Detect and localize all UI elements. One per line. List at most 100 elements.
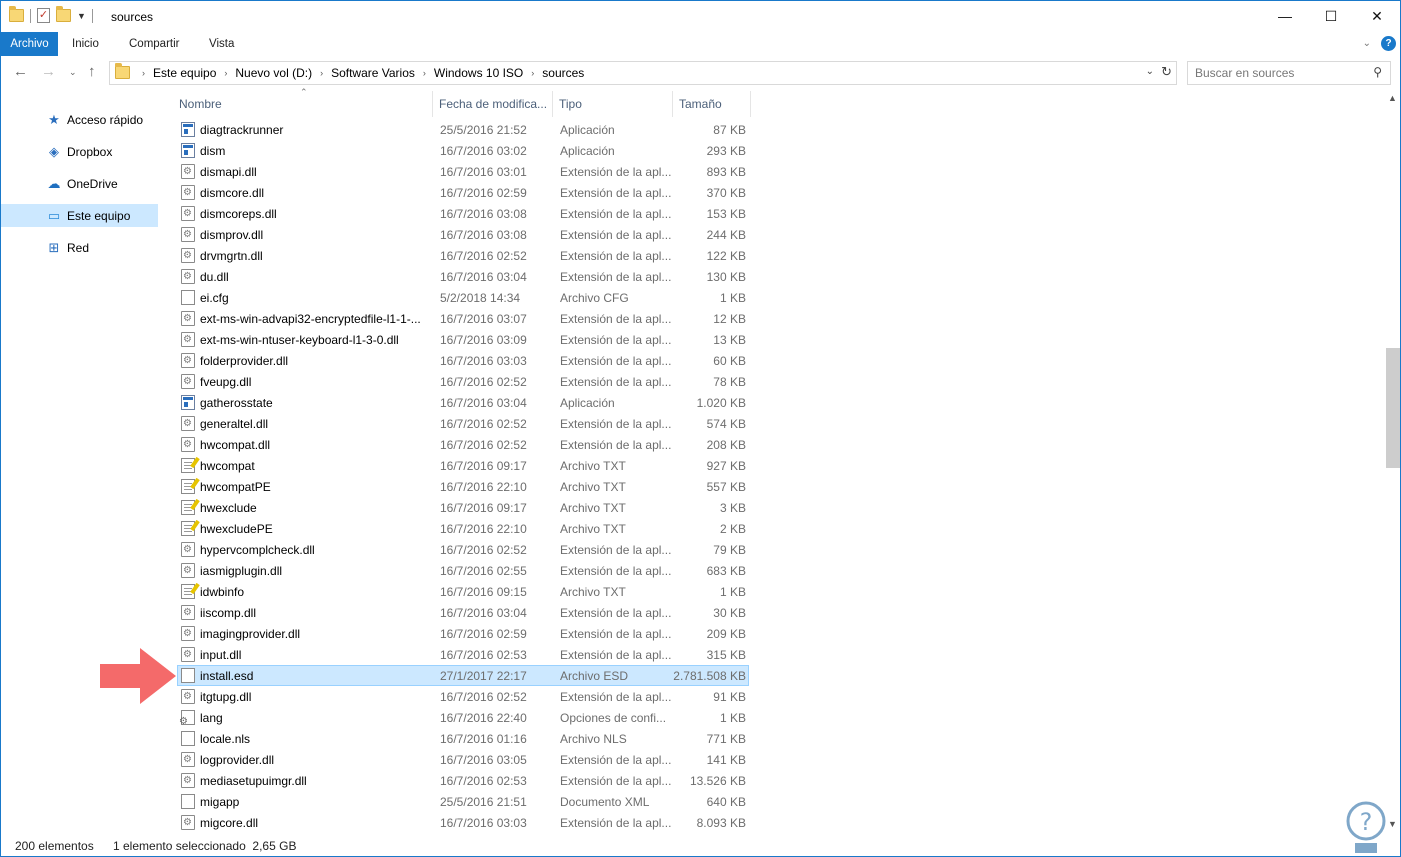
help-icon[interactable]: ? [1381, 36, 1396, 51]
recent-locations-icon[interactable]: ⌄ [69, 67, 77, 78]
chevron-right-icon[interactable]: › [222, 68, 229, 78]
file-row[interactable]: ei.cfg 5/2/2018 14:34 Archivo CFG 1 KB [177, 287, 749, 308]
nav-item-acceso-rapido[interactable]: ★ Acceso rápido [1, 108, 158, 131]
chevron-right-icon[interactable]: › [529, 68, 536, 78]
back-icon[interactable]: ← [13, 63, 28, 80]
breadcrumb-sources[interactable]: sources [536, 66, 590, 80]
column-header-size[interactable]: Tamaño [673, 91, 751, 117]
expand-ribbon-icon[interactable]: ⌄ [1363, 38, 1371, 49]
file-name: hwexclude [200, 500, 257, 515]
new-folder-icon[interactable] [56, 6, 71, 22]
file-row[interactable]: hwcompat.dll 16/7/2016 02:52 Extensión de … [177, 434, 749, 455]
close-button[interactable]: ✕ [1354, 1, 1400, 31]
quick-access-toolbar: ✓ ▼ [9, 6, 93, 23]
file-date: 16/7/2016 03:01 [440, 164, 527, 179]
file-type: Extensión de la apl... [560, 626, 672, 641]
nav-item-label: Este equipo [67, 208, 131, 223]
search-input[interactable] [1195, 62, 1365, 84]
maximize-button[interactable]: ☐ [1308, 1, 1354, 31]
breadcrumb-windows-10-iso[interactable]: Windows 10 ISO [428, 66, 529, 80]
search-box[interactable]: ⚲ [1187, 61, 1391, 85]
file-name: hwcompat [200, 458, 255, 473]
file-row[interactable]: hwexcludePE 16/7/2016 22:10 Archivo TXT 2 K… [177, 518, 749, 539]
file-row[interactable]: hypervcomplcheck.dll 16/7/2016 02:52 Exten… [177, 539, 749, 560]
tab-compartir[interactable]: Compartir [129, 32, 179, 56]
file-name: diagtrackrunner [200, 122, 284, 137]
file-name: fveupg.dll [200, 374, 252, 389]
file-row[interactable]: ext-ms-win-ntuser-keyboard-l1-3-0.dll 16/… [177, 329, 749, 350]
nav-item-label: OneDrive [67, 176, 118, 191]
scroll-up-icon[interactable]: ▲ [1388, 93, 1397, 103]
file-row[interactable]: dism 16/7/2016 03:02 Aplicación 293 KB [177, 140, 749, 161]
forward-icon[interactable]: → [41, 63, 56, 80]
minimize-button[interactable]: — [1262, 1, 1308, 31]
file-row[interactable]: dismapi.dll 16/7/2016 03:01 Extensión de l… [177, 161, 749, 182]
file-name: dismapi.dll [200, 164, 257, 179]
file-row[interactable]: dismcoreps.dll 16/7/2016 03:08 Extensión d… [177, 203, 749, 224]
chevron-right-icon[interactable]: › [421, 68, 428, 78]
file-row[interactable]: fveupg.dll 16/7/2016 02:52 Extensión de la… [177, 371, 749, 392]
file-row[interactable]: ext-ms-win-advapi32-encryptedfile-l1-1-.… [177, 308, 749, 329]
file-name: lang [200, 710, 223, 725]
dll-file-icon [181, 437, 195, 452]
file-type: Extensión de la apl... [560, 311, 672, 326]
file-date: 16/7/2016 02:53 [440, 647, 527, 662]
refresh-icon[interactable]: ↻ [1161, 64, 1172, 80]
file-row[interactable]: iasmigplugin.dll 16/7/2016 02:55 Extensión… [177, 560, 749, 581]
dll-file-icon [181, 752, 195, 767]
nav-item-dropbox[interactable]: ◈ Dropbox [1, 140, 158, 163]
file-row[interactable]: idwbinfo 16/7/2016 09:15 Archivo TXT 1 KB [177, 581, 749, 602]
column-header-date[interactable]: Fecha de modifica... [433, 91, 553, 117]
file-row[interactable]: itgtupg.dll 16/7/2016 02:52 Extensión de l… [177, 686, 749, 707]
file-name: dismprov.dll [200, 227, 264, 242]
file-row[interactable]: generaltel.dll 16/7/2016 02:52 Extensión d… [177, 413, 749, 434]
file-size: 87 KB [713, 122, 746, 137]
chevron-right-icon[interactable]: › [140, 68, 147, 78]
tab-archivo[interactable]: Archivo [1, 32, 58, 56]
customize-toolbar-icon[interactable]: ▼ [77, 11, 86, 21]
file-row[interactable]: imagingprovider.dll 16/7/2016 02:59 Extens… [177, 623, 749, 644]
file-row[interactable]: dismcore.dll 16/7/2016 02:59 Extensión de … [177, 182, 749, 203]
file-row[interactable]: lang 16/7/2016 22:40 Opciones de confi... 1… [177, 707, 749, 728]
file-name: dism [200, 143, 226, 158]
file-row[interactable]: gatherosstate 16/7/2016 03:04 Aplicación 1.… [177, 392, 749, 413]
file-name: migcore.dll [200, 815, 259, 830]
file-row[interactable]: input.dll 16/7/2016 02:53 Extensión de la … [177, 644, 749, 665]
file-row[interactable]: iiscomp.dll 16/7/2016 03:04 Extensión de l… [177, 602, 749, 623]
nav-item-este-equipo[interactable]: ▭ Este equipo [1, 204, 158, 227]
nav-item-onedrive[interactable]: ☁ OneDrive [1, 172, 158, 195]
chevron-right-icon[interactable]: › [318, 68, 325, 78]
file-row[interactable]: hwexclude 16/7/2016 09:17 Archivo TXT 3 KB [177, 497, 749, 518]
scrollbar-thumb[interactable] [1386, 348, 1400, 468]
vertical-scrollbar[interactable]: ▲ ▼ [1385, 91, 1400, 833]
address-bar[interactable]: › Este equipo › Nuevo vol (D:) › Softwar… [109, 61, 1177, 85]
breadcrumb-este-equipo[interactable]: Este equipo [147, 66, 222, 80]
file-row[interactable]: hwcompat 16/7/2016 09:17 Archivo TXT 927 KB [177, 455, 749, 476]
file-row[interactable]: migapp 25/5/2016 21:51 Documento XML 640 KB [177, 791, 749, 812]
file-row[interactable]: locale.nls 16/7/2016 01:16 Archivo NLS 771 … [177, 728, 749, 749]
file-row[interactable]: migcore.dll 16/7/2016 03:03 Extensión de l… [177, 812, 749, 833]
file-row[interactable]: du.dll 16/7/2016 03:04 Extensión de la apl… [177, 266, 749, 287]
search-icon[interactable]: ⚲ [1373, 65, 1382, 79]
column-header-type[interactable]: Tipo [553, 91, 673, 117]
file-row[interactable]: logprovider.dll 16/7/2016 03:05 Extensión … [177, 749, 749, 770]
file-row[interactable]: hwcompatPE 16/7/2016 22:10 Archivo TXT 557 … [177, 476, 749, 497]
file-row[interactable]: drvmgrtn.dll 16/7/2016 02:52 Extensión de … [177, 245, 749, 266]
properties-icon[interactable]: ✓ [37, 8, 50, 23]
file-row[interactable]: mediasetupuimgr.dll 16/7/2016 02:53 Extens… [177, 770, 749, 791]
tab-vista[interactable]: Vista [209, 32, 234, 56]
nav-item-red[interactable]: ⊞ Red [1, 236, 158, 259]
network-icon: ⊞ [48, 239, 60, 255]
tab-inicio[interactable]: Inicio [72, 32, 99, 56]
file-row[interactable]: diagtrackrunner 25/5/2016 21:52 Aplicación… [177, 119, 749, 140]
column-header-name[interactable]: Nombre [173, 91, 433, 117]
file-row[interactable]: folderprovider.dll 16/7/2016 03:03 Extensi… [177, 350, 749, 371]
breadcrumb-software-varios[interactable]: Software Varios [325, 66, 421, 80]
breadcrumb-nuevo-vol[interactable]: Nuevo vol (D:) [229, 66, 318, 80]
file-row[interactable]: dismprov.dll 16/7/2016 03:08 Extensión de … [177, 224, 749, 245]
file-row[interactable]: install.esd 27/1/2017 22:17 Archivo ESD 2.7… [177, 665, 749, 686]
selection-info: 1 elemento seleccionado 2,65 GB [113, 839, 297, 853]
chevron-down-icon[interactable]: ⌄ [1146, 66, 1154, 77]
file-size: 244 KB [706, 227, 746, 242]
up-icon[interactable]: ↑ [88, 63, 96, 80]
